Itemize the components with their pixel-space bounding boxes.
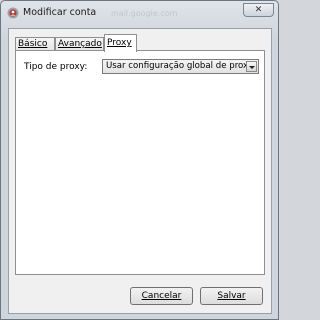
close-icon: ✕ (254, 5, 263, 15)
cancel-button[interactable]: Cancelar (130, 287, 193, 305)
tab-basico[interactable]: Básico (15, 37, 55, 51)
tab-avancado[interactable]: Avançado (55, 37, 104, 51)
save-button[interactable]: Salvar (200, 287, 263, 305)
proxy-type-select[interactable]: Usar configuração global de proxy (102, 59, 259, 74)
chevron-down-icon[interactable] (246, 61, 257, 72)
window-title: Modificar conta (23, 7, 97, 18)
proxy-type-label: Tipo de proxy: (24, 62, 88, 72)
title-bar[interactable]: Modificar conta mail.google.com ✕ (1, 1, 278, 25)
account-icon (7, 7, 19, 19)
close-button[interactable]: ✕ (243, 3, 274, 17)
tab-proxy[interactable]: Proxy (104, 34, 137, 52)
proxy-type-value: Usar configuração global de proxy (106, 61, 254, 71)
dialog-client-area: Básico Avançado Proxy Tipo de proxy: Usa… (8, 28, 272, 314)
background-title-ghost: mail.google.com (111, 9, 178, 18)
proxy-tab-panel: Tipo de proxy: Usar configuração global … (15, 50, 265, 275)
dialog-window: Modificar conta mail.google.com ✕ Básico… (0, 0, 279, 320)
